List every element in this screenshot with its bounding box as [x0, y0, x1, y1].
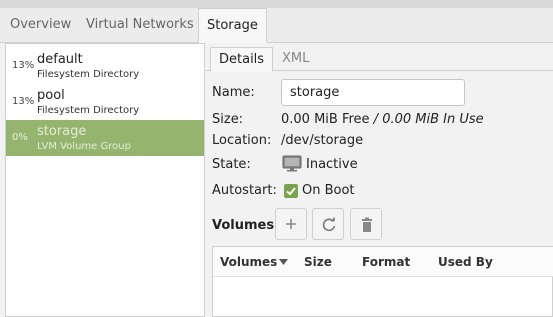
autostart-value: On Boot: [302, 183, 355, 198]
pool-type: Filesystem Directory: [37, 69, 140, 80]
autostart-checkbox[interactable]: [284, 184, 298, 198]
autostart-label: Autostart:: [212, 183, 277, 198]
tab-details[interactable]: Details: [210, 47, 274, 72]
volumes-table: Volumes Size Format Used By: [212, 246, 553, 317]
column-format[interactable]: Format: [362, 255, 410, 269]
pool-usage: 13%: [12, 60, 35, 71]
location-value: /dev/storage: [281, 133, 364, 148]
state-label: State:: [212, 157, 251, 172]
sort-down-icon: [279, 259, 288, 265]
tab-virtual-networks[interactable]: Virtual Networks: [78, 8, 202, 42]
tab-xml[interactable]: XML: [274, 47, 317, 71]
refresh-icon: [322, 217, 336, 232]
pool-item-pool[interactable]: 13% pool Filesystem Directory: [6, 84, 204, 120]
pool-name: default: [37, 52, 83, 67]
top-tab-bar: Overview Virtual Networks Storage: [0, 0, 553, 43]
column-size[interactable]: Size: [304, 255, 332, 269]
detail-tab-bar: Details XML: [206, 43, 553, 72]
pool-name: storage: [37, 124, 87, 139]
column-volumes[interactable]: Volumes: [220, 255, 277, 269]
pool-item-default[interactable]: 13% default Filesystem Directory: [6, 48, 204, 84]
name-label: Name:: [212, 85, 255, 100]
delete-volume-button[interactable]: [350, 208, 382, 240]
volumes-table-header: Volumes Size Format Used By: [213, 247, 553, 277]
trash-icon: [362, 217, 372, 232]
tab-storage[interactable]: Storage: [198, 8, 267, 43]
size-value: 0.00 MiB Free / 0.00 MiB In Use: [281, 112, 484, 127]
pool-name: pool: [37, 88, 65, 103]
size-separator: /: [369, 112, 383, 127]
storage-pool-list: 13% default Filesystem Directory 13% poo…: [5, 43, 205, 317]
tab-overview[interactable]: Overview: [2, 8, 79, 42]
pool-usage: 0%: [12, 132, 28, 143]
column-used-by[interactable]: Used By: [438, 255, 493, 269]
pool-name-field[interactable]: storage: [281, 79, 465, 106]
size-free: 0.00 MiB Free: [281, 112, 370, 127]
monitor-icon: [282, 155, 302, 172]
state-value: Inactive: [306, 157, 358, 172]
add-volume-button[interactable]: [275, 208, 307, 240]
volumes-heading: Volumes: [212, 218, 275, 233]
pool-detail-pane: Details XML Name: storage Size: 0.00 MiB…: [206, 43, 553, 317]
plus-icon: [286, 219, 296, 229]
pool-usage: 13%: [12, 96, 35, 107]
size-in-use: 0.00 MiB In Use: [382, 112, 484, 127]
pool-item-storage[interactable]: 0% storage LVM Volume Group: [6, 120, 204, 156]
pool-type: Filesystem Directory: [37, 105, 140, 116]
checkmark-icon: [286, 187, 296, 196]
location-label: Location:: [212, 133, 272, 148]
refresh-volumes-button[interactable]: [312, 208, 344, 240]
size-label: Size:: [212, 112, 244, 127]
pool-type: LVM Volume Group: [37, 141, 131, 152]
